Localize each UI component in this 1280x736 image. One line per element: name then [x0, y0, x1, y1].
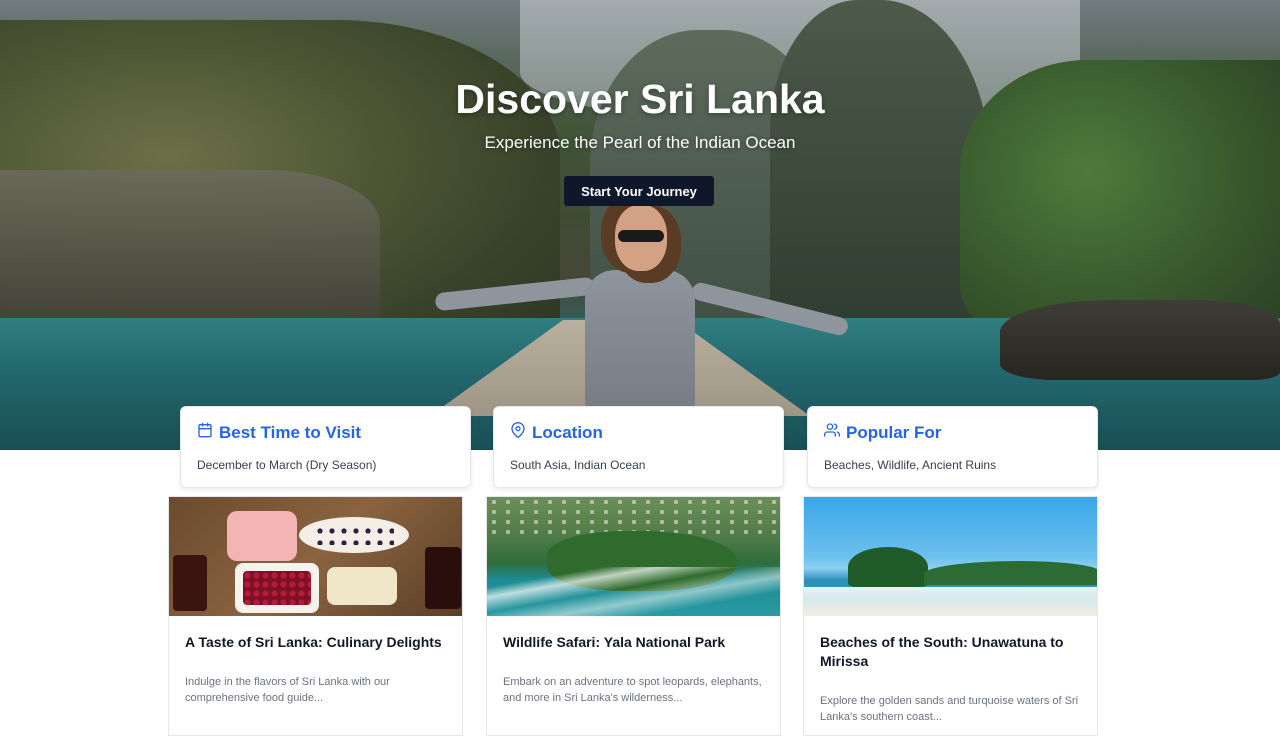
info-card-popular-for: Popular For Beaches, Wildlife, Ancient R…	[807, 406, 1098, 488]
article-card-wildlife[interactable]: Wildlife Safari: Yala National Park Emba…	[486, 496, 781, 736]
info-card-text: Beaches, Wildlife, Ancient Ruins	[824, 458, 997, 472]
info-card-header: Location	[510, 422, 603, 443]
article-excerpt: Explore the golden sands and turquoise w…	[820, 695, 1079, 723]
article-card-beaches[interactable]: Beaches of the South: Unawatuna to Miris…	[803, 496, 1098, 736]
info-card-title: Best Time to Visit	[219, 422, 362, 442]
hero-subtitle: Experience the Pearl of the Indian Ocean	[484, 133, 796, 152]
info-card-title: Popular For	[846, 422, 942, 442]
info-card-header: Popular For	[824, 422, 941, 443]
article-excerpt: Indulge in the flavors of Sri Lanka with…	[185, 676, 390, 704]
article-card-culinary[interactable]: A Taste of Sri Lanka: Culinary Delights …	[168, 496, 463, 736]
article-thumbnail-coast[interactable]	[487, 497, 780, 616]
info-card-header: Best Time to Visit	[197, 422, 361, 443]
info-card-title: Location	[532, 422, 603, 442]
article-excerpt: Embark on an adventure to spot leopards,…	[503, 676, 762, 704]
start-journey-button[interactable]: Start Your Journey	[564, 176, 714, 206]
info-card-location: Location South Asia, Indian Ocean	[493, 406, 784, 488]
article-title[interactable]: A Taste of Sri Lanka: Culinary Delights	[185, 633, 447, 652]
article-title[interactable]: Beaches of the South: Unawatuna to Miris…	[820, 633, 1082, 671]
users-icon	[824, 422, 840, 443]
hero-section: Discover Sri Lanka Experience the Pearl …	[0, 0, 1280, 450]
info-card-best-time: Best Time to Visit December to March (Dr…	[180, 406, 471, 488]
calendar-icon	[197, 422, 213, 443]
hero-title: Discover Sri Lanka	[455, 76, 825, 122]
info-card-text: December to March (Dry Season)	[197, 458, 377, 472]
article-thumbnail-beach[interactable]	[804, 497, 1097, 616]
map-pin-icon	[510, 422, 526, 443]
info-card-text: South Asia, Indian Ocean	[510, 458, 646, 472]
article-thumbnail-food[interactable]	[169, 497, 462, 616]
article-title[interactable]: Wildlife Safari: Yala National Park	[503, 633, 765, 652]
